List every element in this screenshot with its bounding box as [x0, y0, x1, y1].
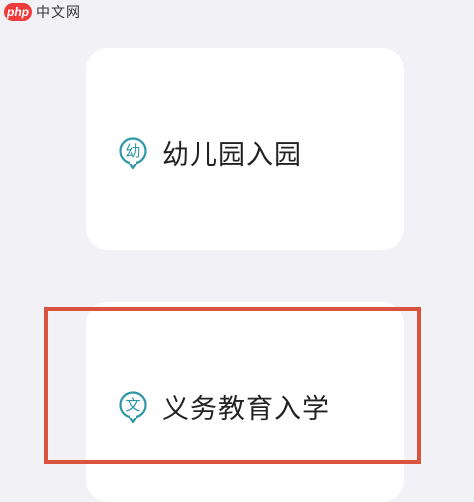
kindergarten-enrollment-card[interactable]: 幼 幼儿园入园	[86, 48, 404, 250]
watermark-site-name: 中文网	[36, 5, 81, 21]
php-logo-icon: php	[4, 3, 32, 21]
card-content: 幼 幼儿园入园	[118, 133, 302, 172]
kindergarten-badge-icon: 幼	[118, 136, 148, 170]
php-cn-watermark: php 中文网	[4, 2, 81, 22]
kindergarten-badge-char: 幼	[125, 141, 141, 160]
highlight-annotation-box	[44, 307, 421, 464]
kindergarten-enrollment-label: 幼儿园入园	[162, 140, 302, 171]
